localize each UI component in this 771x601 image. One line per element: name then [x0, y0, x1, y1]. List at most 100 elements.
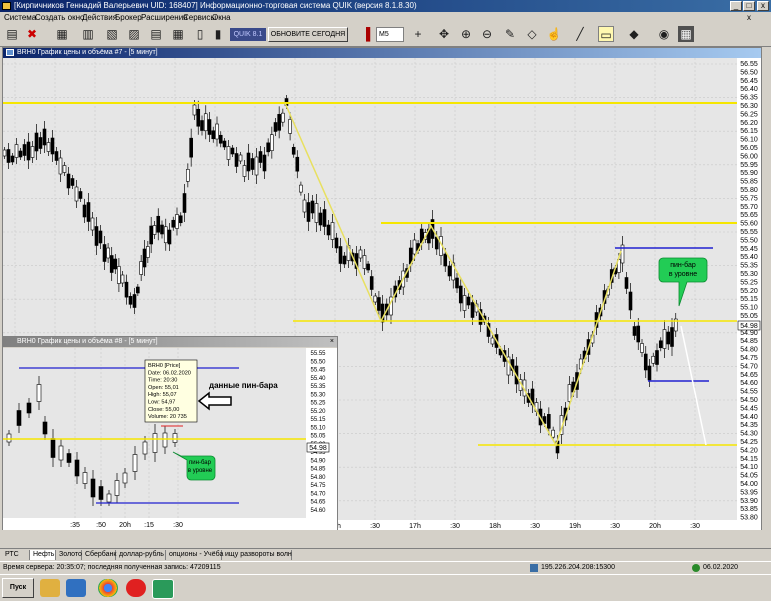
time-tick-label: :30: [450, 523, 460, 530]
toolbar: ▤ ✖ ▦ ▥ ▧ ▨ ▤ ▦ ▯ ▮ QUIK 8.1 ОБНОВИТЕ СЕ…: [0, 24, 771, 47]
price-tick-label: 54.60: [740, 380, 758, 387]
line-tool-icon[interactable]: ╱: [572, 26, 588, 42]
price-tick-label: 54.30: [740, 431, 758, 438]
quik-version-badge: QUIK 8.1: [230, 28, 266, 41]
sub-chart-close-icon[interactable]: ×: [330, 337, 334, 347]
price-tick-label: 55.40: [740, 254, 758, 261]
document-icon[interactable]: ▯: [192, 26, 208, 42]
timeframe-select[interactable]: M5: [376, 27, 404, 42]
new-window-icon[interactable]: ▤: [4, 26, 20, 42]
price-tick-label: 56.45: [740, 78, 758, 85]
app-icon: [2, 2, 11, 10]
svg-text:пин-бар: пин-бар: [189, 460, 212, 466]
workspace-tabs: РТС Нефть Золото Сбербанк доллар-рубль о…: [0, 548, 771, 561]
fill-icon[interactable]: ◆: [626, 26, 642, 42]
start-button[interactable]: Пуск: [2, 578, 34, 598]
menu-broker[interactable]: Брокер: [115, 13, 142, 22]
table-icon[interactable]: ▦: [170, 26, 186, 42]
price-tick-label: 56.15: [740, 128, 758, 135]
sub-time-tick-label: :35: [70, 522, 80, 529]
portfolio-icon[interactable]: ▨: [126, 26, 142, 42]
price-tick-label: 54.50: [740, 397, 758, 404]
hand-icon[interactable]: ☝: [546, 26, 562, 42]
sub-price-tick-label: 55.15: [310, 417, 326, 423]
quotes-icon[interactable]: ▥: [80, 26, 96, 42]
zoom-in-icon[interactable]: ⊕: [458, 26, 474, 42]
price-tick-label: 56.30: [740, 103, 758, 110]
price-tick-label: 53.85: [740, 506, 758, 513]
new-order-icon[interactable]: ▦: [54, 26, 70, 42]
list-icon[interactable]: ▮: [210, 26, 226, 42]
callout-tool-icon[interactable]: ▭: [598, 26, 614, 42]
price-tick-label: 54.10: [740, 464, 758, 471]
cancel-orders-icon[interactable]: ✖: [24, 26, 40, 42]
menu-close-icon[interactable]: x: [747, 13, 751, 22]
tooltip-line: Close: 55,00: [148, 407, 179, 413]
maximize-button[interactable]: □: [743, 1, 755, 11]
price-tick-label: 55.35: [740, 263, 758, 270]
tab-rts[interactable]: РТС: [2, 550, 30, 560]
connection-icon: [530, 564, 538, 572]
minimize-button[interactable]: _: [730, 1, 742, 11]
sub-chart-window: BRH0 График цены и объёма #8 - [5 минут]…: [2, 336, 338, 530]
bar-chart-icon[interactable]: ▐: [358, 26, 374, 42]
sub-price-tick-label: 55.45: [310, 368, 326, 374]
media-player-icon[interactable]: [66, 579, 86, 597]
time-tick-label: 17h: [409, 523, 421, 530]
price-tick-label: 54.15: [740, 456, 758, 463]
menu-actions[interactable]: Действия: [82, 13, 117, 22]
opera-icon[interactable]: [126, 579, 146, 597]
price-tick-label: 55.15: [740, 296, 758, 303]
sub-price-tick-label: 55.35: [310, 384, 326, 390]
tooltip-line: Time: 20:30: [148, 378, 177, 384]
chart-window-icon[interactable]: ▧: [104, 26, 120, 42]
sub-chart-canvas[interactable]: BRH0 [Price]Date: 06.02.2020 Time: 20:30O…: [3, 348, 337, 530]
crosshair-icon[interactable]: +: [410, 26, 426, 42]
move-icon[interactable]: ✥: [436, 26, 452, 42]
time-tick-label: 19h: [569, 523, 581, 530]
quik-taskbar-icon[interactable]: [152, 579, 174, 599]
tooltip-line: Open: 55,01: [148, 385, 179, 391]
price-tick-label: 55.60: [740, 221, 758, 228]
tab-oil[interactable]: Нефть: [30, 550, 56, 560]
menu-create-window[interactable]: Создать окно: [35, 13, 84, 22]
taskbar: Пуск: [0, 574, 771, 601]
tooltip-line: BRH0 [Price]: [148, 363, 181, 369]
tab-options-study[interactable]: опционы - Учёба: [166, 550, 223, 560]
menu-windows[interactable]: Окна: [212, 13, 231, 22]
price-tick-label: 56.35: [740, 95, 758, 102]
zoom-out-icon[interactable]: ⊖: [479, 26, 495, 42]
tooltip-line: Volume: 20 735: [148, 414, 187, 420]
sub-price-tick-label: 54.90: [310, 458, 326, 464]
chart-icon: [6, 49, 14, 56]
trades-icon[interactable]: ▤: [148, 26, 164, 42]
price-tick-label: 53.95: [740, 489, 758, 496]
price-tick-label: 54.40: [740, 414, 758, 421]
menu-extensions[interactable]: Расширения: [141, 13, 188, 22]
sub-current-price-label: 54.98: [309, 445, 327, 452]
price-tick-label: 55.75: [740, 195, 758, 202]
price-tick-label: 54.75: [740, 355, 758, 362]
chrome-icon[interactable]: [98, 579, 118, 597]
tab-gold[interactable]: Золото: [56, 550, 82, 560]
tab-usd-rub[interactable]: доллар-рубль: [116, 550, 166, 560]
svg-text:в уровне: в уровне: [188, 468, 213, 474]
price-tick-label: 54.90: [740, 330, 758, 337]
close-button[interactable]: x: [757, 1, 769, 11]
price-tick-label: 54.85: [740, 338, 758, 345]
price-tick-label: 54.70: [740, 363, 758, 370]
price-tick-label: 54.25: [740, 439, 758, 446]
price-tick-label: 56.00: [740, 153, 758, 160]
menu-system[interactable]: Система: [4, 13, 36, 22]
visibility-icon[interactable]: ◉: [656, 26, 672, 42]
tab-wave-reversals[interactable]: ищу развороты волн: [222, 550, 292, 560]
sub-price-tick-label: 54.75: [310, 483, 326, 489]
eraser-icon[interactable]: ◇: [524, 26, 540, 42]
explorer-icon[interactable]: [40, 579, 60, 597]
pencil-icon[interactable]: ✎: [502, 26, 518, 42]
grid-icon[interactable]: ▦: [678, 26, 694, 42]
tab-sberbank[interactable]: Сбербанк: [82, 550, 116, 560]
price-tick-label: 55.80: [740, 187, 758, 194]
connected-indicator-icon: [692, 564, 700, 572]
update-today-button[interactable]: ОБНОВИТЕ СЕГОДНЯ: [268, 27, 348, 42]
